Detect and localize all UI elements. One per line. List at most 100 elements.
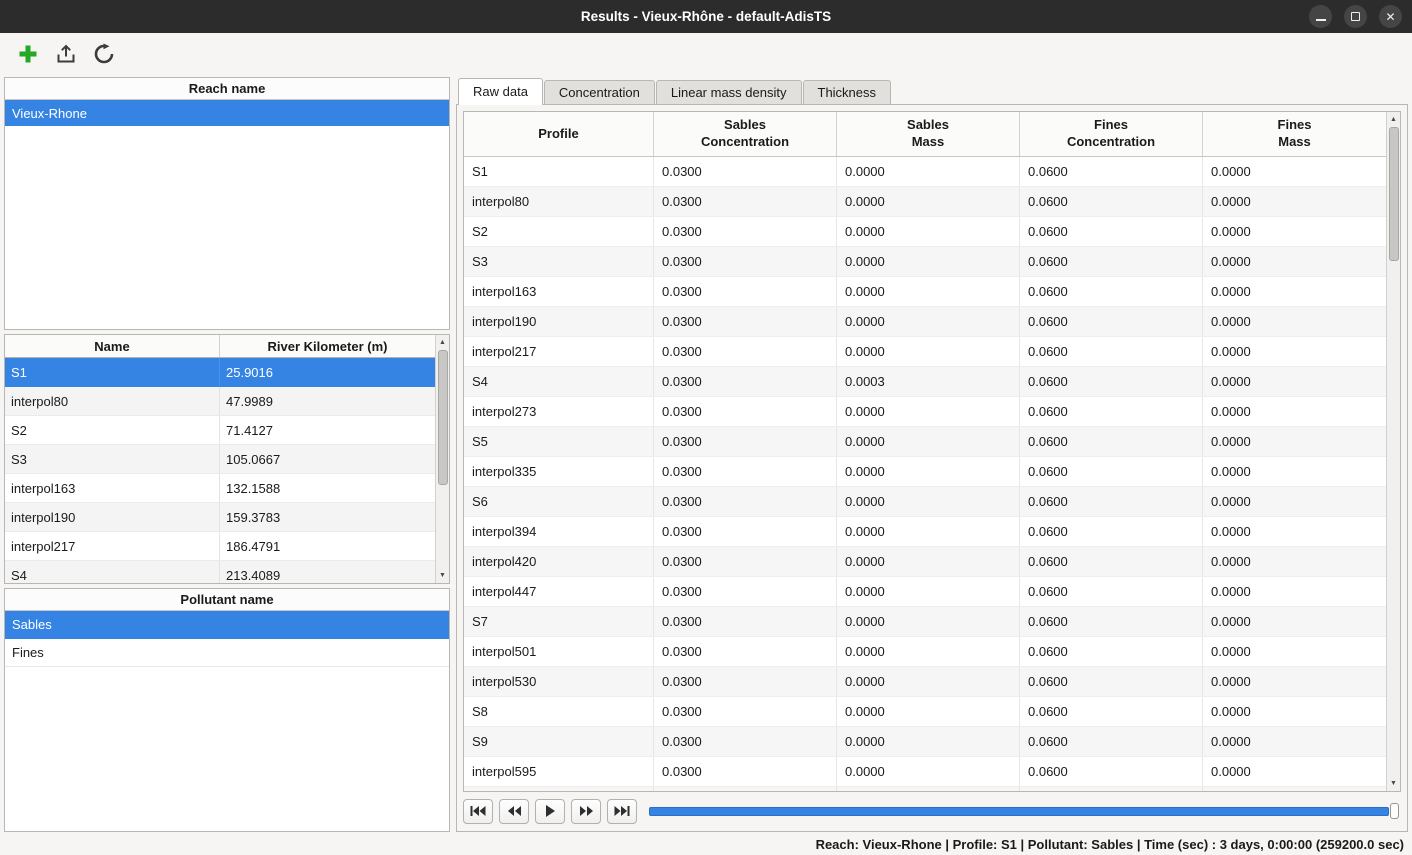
table-cell: 0.0600	[1020, 637, 1203, 666]
table-row[interactable]: interpol800.03000.00000.06000.0000	[464, 187, 1386, 217]
profile-row[interactable]: interpol163132.1588	[5, 474, 435, 503]
table-row[interactable]: interpol5300.03000.00000.06000.0000	[464, 667, 1386, 697]
table-row[interactable]: S90.03000.00000.06000.0000	[464, 727, 1386, 757]
pollutant-item[interactable]: Fines	[5, 639, 449, 667]
table-cell: 0.0300	[654, 517, 837, 546]
reach-list: Vieux-Rhone	[5, 100, 449, 126]
table-row[interactable]: interpol1900.03000.00000.06000.0000	[464, 307, 1386, 337]
column-header-name[interactable]: Name	[5, 335, 220, 357]
table-row[interactable]: S100.03000.00000.06000.0000	[464, 787, 1386, 792]
time-slider-thumb[interactable]	[1390, 803, 1399, 819]
skip-to-end-button[interactable]	[607, 799, 637, 824]
add-button[interactable]	[16, 42, 40, 66]
profiles-scrollbar[interactable]: ▲ ▼	[435, 335, 449, 583]
reach-panel: Reach name Vieux-Rhone	[4, 77, 450, 330]
table-cell: 0.0000	[1203, 457, 1386, 486]
skip-to-start-button[interactable]	[463, 799, 493, 824]
reach-item[interactable]: Vieux-Rhone	[5, 100, 449, 126]
table-cell: 0.0000	[1203, 517, 1386, 546]
main-content: Reach name Vieux-Rhone Name River Kilome…	[0, 75, 1412, 834]
column-header[interactable]: Profile	[464, 112, 654, 156]
data-table-scrollbar[interactable]: ▲ ▼	[1386, 112, 1400, 791]
pollutant-item[interactable]: Sables	[5, 611, 449, 639]
table-row[interactable]: S70.03000.00000.06000.0000	[464, 607, 1386, 637]
table-cell: 0.0300	[654, 187, 837, 216]
scroll-up-icon[interactable]: ▲	[1387, 113, 1400, 126]
export-button[interactable]	[54, 42, 78, 66]
scroll-up-icon[interactable]: ▲	[436, 336, 449, 349]
maximize-button[interactable]	[1344, 5, 1367, 28]
table-row[interactable]: interpol4200.03000.00000.06000.0000	[464, 547, 1386, 577]
profile-cell: S2	[5, 416, 220, 444]
time-slider-fill	[649, 807, 1389, 816]
table-cell: 0.0000	[837, 307, 1020, 336]
column-header[interactable]: Sables Mass	[837, 112, 1020, 156]
table-row[interactable]: interpol2730.03000.00000.06000.0000	[464, 397, 1386, 427]
refresh-button[interactable]	[92, 42, 116, 66]
table-row[interactable]: interpol1630.03000.00000.06000.0000	[464, 277, 1386, 307]
tab-linear-mass-density[interactable]: Linear mass density	[656, 80, 802, 104]
profile-cell: 159.3783	[220, 503, 435, 531]
time-slider[interactable]	[649, 801, 1399, 821]
titlebar[interactable]: Results - Vieux-Rhône - default-AdisTS ✕	[0, 0, 1412, 33]
column-header[interactable]: Fines Concentration	[1020, 112, 1203, 156]
table-row[interactable]: S40.03000.00030.06000.0000	[464, 367, 1386, 397]
table-row[interactable]: interpol4470.03000.00000.06000.0000	[464, 577, 1386, 607]
table-cell: S9	[464, 727, 654, 756]
table-cell: 0.0000	[837, 337, 1020, 366]
table-row[interactable]: S20.03000.00000.06000.0000	[464, 217, 1386, 247]
play-button[interactable]	[535, 799, 565, 824]
table-row[interactable]: interpol5950.03000.00000.06000.0000	[464, 757, 1386, 787]
tab-thickness[interactable]: Thickness	[803, 80, 892, 104]
table-row[interactable]: interpol3940.03000.00000.06000.0000	[464, 517, 1386, 547]
scrollbar-thumb[interactable]	[1389, 127, 1399, 261]
table-row[interactable]: S30.03000.00000.06000.0000	[464, 247, 1386, 277]
close-button[interactable]: ✕	[1379, 5, 1402, 28]
table-cell: 0.0300	[654, 367, 837, 396]
raw-data-tab-pane: ProfileSables ConcentrationSables MassFi…	[456, 104, 1408, 832]
profile-cell: interpol163	[5, 474, 220, 502]
table-cell: 0.0600	[1020, 727, 1203, 756]
profile-cell: S4	[5, 561, 220, 584]
table-row[interactable]: interpol2170.03000.00000.06000.0000	[464, 337, 1386, 367]
profile-row[interactable]: interpol8047.9989	[5, 387, 435, 416]
step-forward-button[interactable]	[571, 799, 601, 824]
table-cell: 0.0600	[1020, 247, 1203, 276]
scroll-down-icon[interactable]: ▼	[436, 569, 449, 582]
column-header[interactable]: Sables Concentration	[654, 112, 837, 156]
table-row[interactable]: interpol3350.03000.00000.06000.0000	[464, 457, 1386, 487]
tab-raw-data[interactable]: Raw data	[458, 78, 543, 105]
scroll-down-icon[interactable]: ▼	[1387, 777, 1400, 790]
minimize-icon	[1316, 19, 1326, 21]
table-cell: 0.0300	[654, 787, 837, 792]
table-cell: 0.0000	[837, 217, 1020, 246]
table-cell: interpol501	[464, 637, 654, 666]
table-cell: 0.0000	[1203, 667, 1386, 696]
profile-row[interactable]: S3105.0667	[5, 445, 435, 474]
skip-to-end-icon	[614, 806, 630, 816]
table-cell: interpol420	[464, 547, 654, 576]
table-row[interactable]: S80.03000.00000.06000.0000	[464, 697, 1386, 727]
tab-concentration[interactable]: Concentration	[544, 80, 655, 104]
table-cell: 0.0000	[1203, 277, 1386, 306]
toolbar	[0, 33, 1412, 75]
minimize-button[interactable]	[1309, 5, 1332, 28]
profile-row[interactable]: S4213.4089	[5, 561, 435, 584]
pollutant-panel: Pollutant name SablesFines	[4, 588, 450, 832]
table-cell: 0.0300	[654, 667, 837, 696]
table-cell: 0.0300	[654, 217, 837, 246]
profile-row[interactable]: interpol217186.4791	[5, 532, 435, 561]
table-row[interactable]: S50.03000.00000.06000.0000	[464, 427, 1386, 457]
profile-row[interactable]: interpol190159.3783	[5, 503, 435, 532]
table-cell: S10	[464, 787, 654, 792]
step-backward-button[interactable]	[499, 799, 529, 824]
table-row[interactable]: interpol5010.03000.00000.06000.0000	[464, 637, 1386, 667]
profile-cell: S1	[5, 358, 220, 386]
table-row[interactable]: S60.03000.00000.06000.0000	[464, 487, 1386, 517]
profile-row[interactable]: S271.4127	[5, 416, 435, 445]
scrollbar-thumb[interactable]	[438, 350, 448, 485]
profile-row[interactable]: S125.9016	[5, 358, 435, 387]
table-row[interactable]: S10.03000.00000.06000.0000	[464, 157, 1386, 187]
column-header-river-kilometer[interactable]: River Kilometer (m)	[220, 335, 435, 357]
column-header[interactable]: Fines Mass	[1203, 112, 1386, 156]
